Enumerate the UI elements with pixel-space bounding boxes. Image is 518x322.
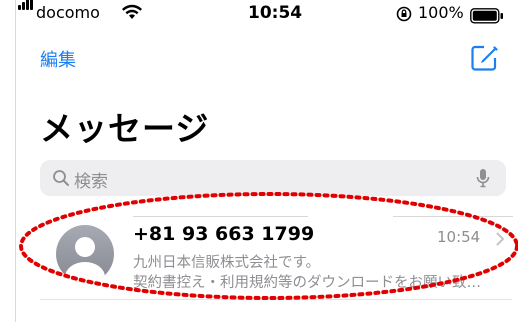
edit-button[interactable]: 編集 bbox=[40, 46, 76, 72]
page-title: メッセージ bbox=[40, 109, 210, 148]
row-divider bbox=[393, 216, 513, 217]
carrier-name: docomo bbox=[36, 3, 100, 22]
search-input[interactable]: 検索 bbox=[40, 160, 506, 196]
chevron-right-icon bbox=[496, 232, 504, 246]
message-time: 10:54 bbox=[437, 228, 481, 246]
message-preview-line1: 九州日本信販株式会社です。 bbox=[133, 255, 321, 271]
status-bar: docomo 10:54 100% bbox=[0, 0, 518, 34]
avatar-icon bbox=[56, 225, 114, 283]
search-icon bbox=[53, 170, 69, 186]
row-divider bbox=[40, 299, 512, 300]
conversation-row[interactable]: +81 93 663 1799 10:54 九州日本信販株式会社です。 契約書控… bbox=[40, 218, 514, 298]
battery-percent: 100% bbox=[418, 3, 464, 22]
compose-icon[interactable] bbox=[470, 44, 498, 72]
battery-icon bbox=[470, 8, 503, 24]
left-edge-line bbox=[15, 0, 16, 322]
status-time: 10:54 bbox=[248, 3, 303, 23]
rotation-lock-icon bbox=[396, 6, 412, 22]
wifi-icon bbox=[122, 4, 142, 19]
search-placeholder: 検索 bbox=[74, 172, 108, 192]
message-preview-line2: 契約書控え・利用規約等のダウンロードをお願い致… bbox=[133, 275, 481, 291]
row-divider bbox=[133, 216, 308, 217]
microphone-icon[interactable] bbox=[476, 168, 490, 188]
sender-name: +81 93 663 1799 bbox=[133, 223, 315, 245]
